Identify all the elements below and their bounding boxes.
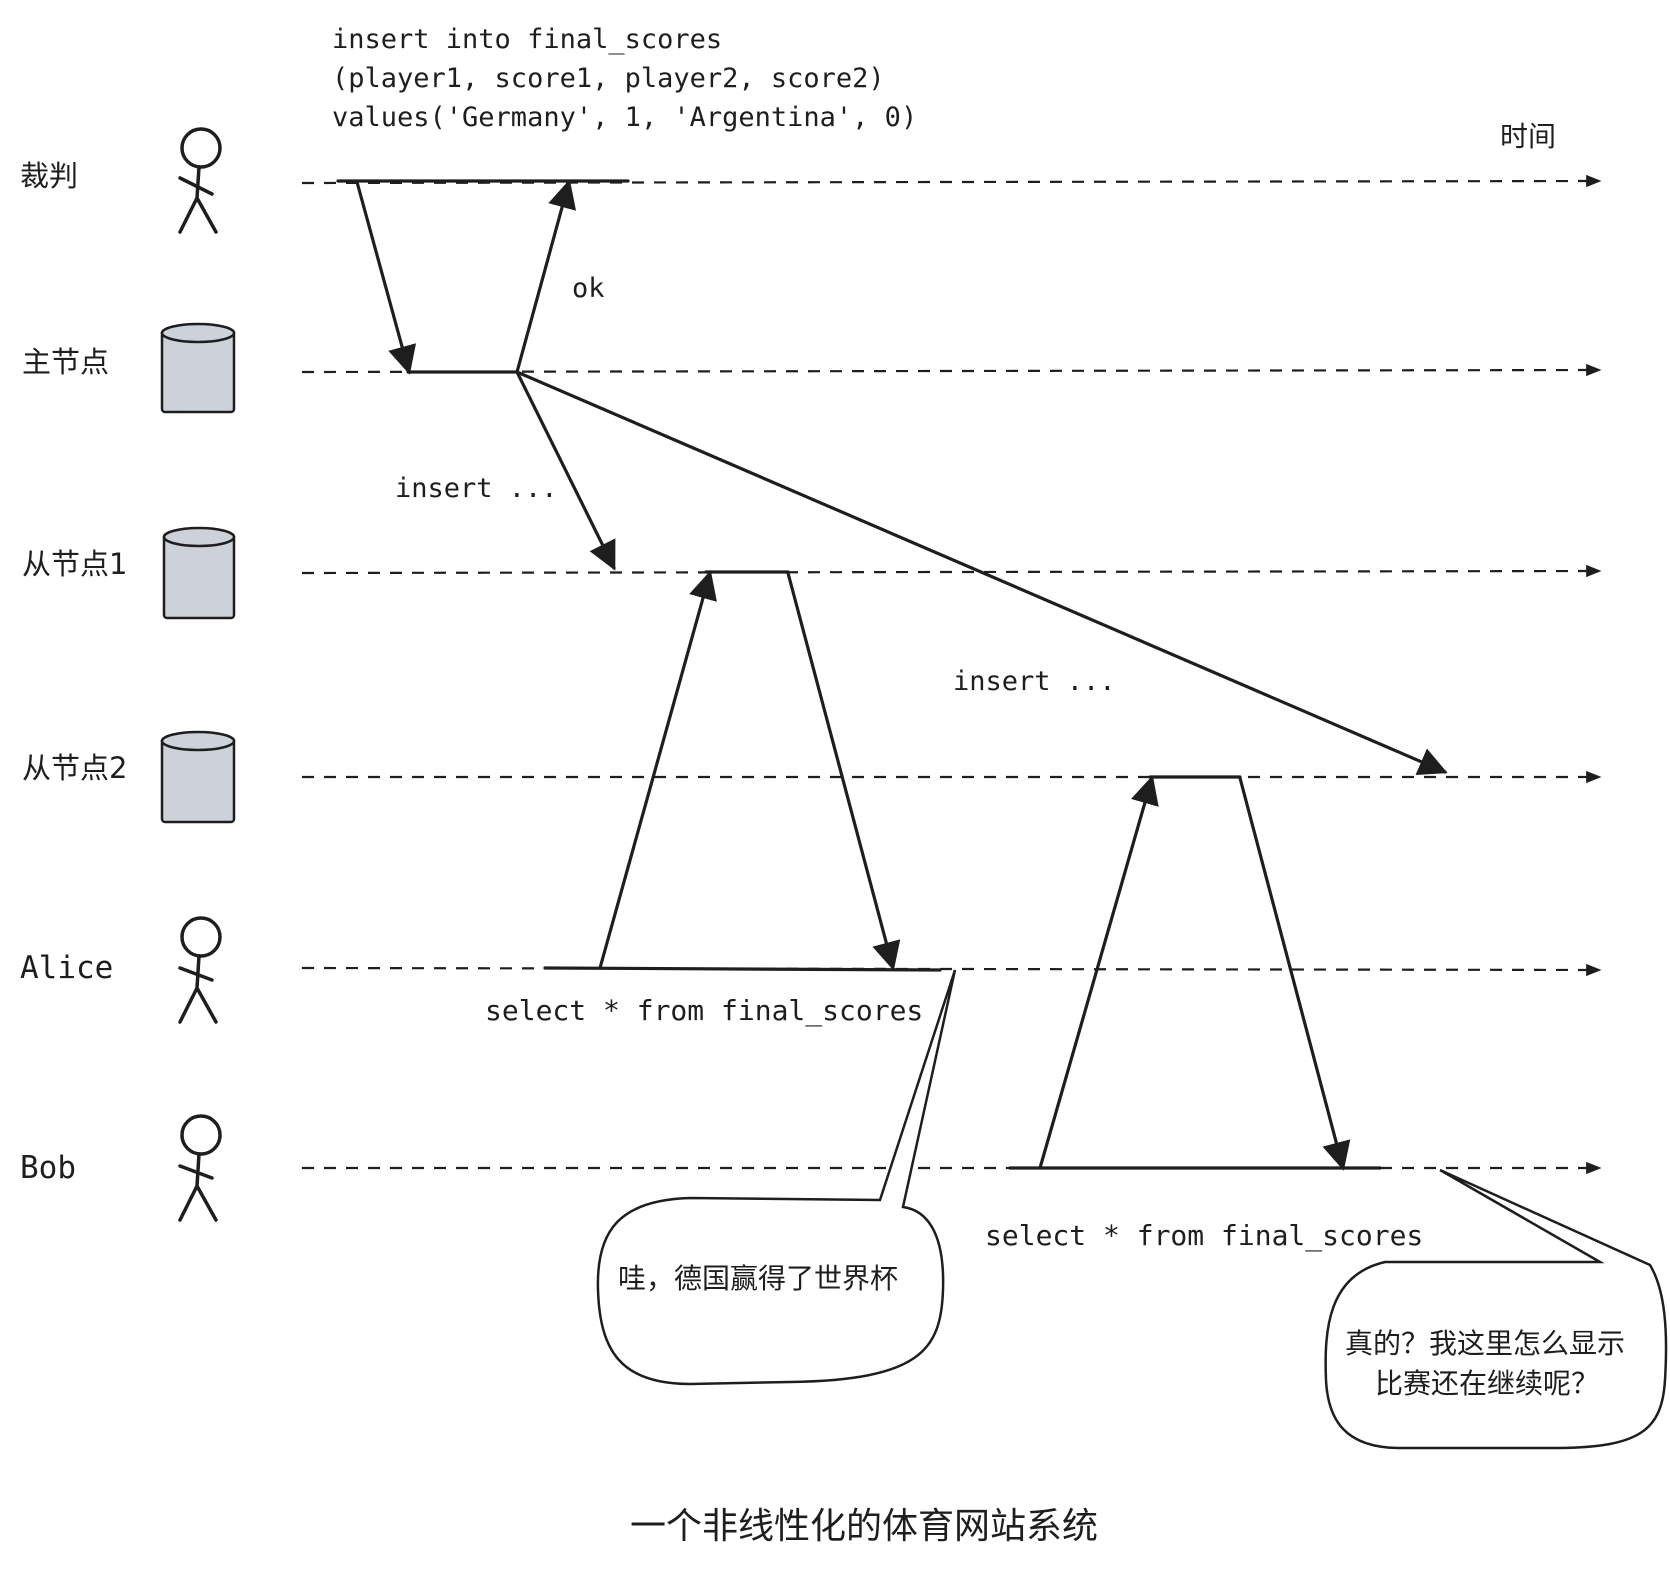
- database-icon: [160, 322, 236, 414]
- timeline-slave1: [301, 564, 1602, 578]
- arrow-alice-result: [786, 571, 901, 971]
- alice-speech-bubble: [596, 969, 957, 1386]
- arrow-bob-query: [1038, 775, 1159, 1170]
- person-icon: [178, 127, 222, 234]
- arrow-replicate-slave1: [515, 370, 616, 571]
- lane-label-slave2: 从节点2: [22, 751, 127, 785]
- message-bob-query: select * from final_scores: [985, 1219, 1423, 1253]
- time-axis-label: 时间: [1500, 120, 1556, 153]
- database-icon: [160, 730, 236, 824]
- timeline-alice: [301, 963, 1602, 977]
- lane-label-alice: Alice: [20, 950, 113, 986]
- lane-label-bob: Bob: [20, 1150, 76, 1186]
- lane-label-master: 主节点: [22, 345, 109, 379]
- lane-label-slave1: 从节点1: [22, 547, 127, 581]
- bob-speech-text-line-1: 真的？我这里怎么显示: [1345, 1327, 1625, 1360]
- person-icon: [178, 916, 222, 1024]
- bob-speech-bubble: [1324, 1168, 1668, 1450]
- sql-line-2: (player1, score1, player2, score2): [332, 63, 885, 94]
- sql-line-1: insert into final_scores: [332, 24, 722, 55]
- person-icon: [178, 1114, 222, 1222]
- alice-activity-bar: [543, 966, 942, 972]
- diagram-caption: 一个非线性化的体育网站系统: [630, 1506, 1098, 1547]
- alice-speech-text: 哇，德国赢得了世界杯: [618, 1262, 898, 1295]
- lane-label-referee: 裁判: [20, 159, 78, 193]
- arrow-alice-query: [598, 570, 717, 970]
- message-alice-query: select * from final_scores: [485, 994, 923, 1028]
- database-icon: [162, 526, 236, 620]
- sql-line-3: values('Germany', 1, 'Argentina', 0): [332, 102, 917, 133]
- arrow-write-to-master: [355, 180, 417, 375]
- message-insert-slave1: insert ...: [395, 473, 558, 504]
- arrow-bob-result: [1238, 776, 1351, 1171]
- bob-speech-text-line-2: 比赛还在继续呢？: [1375, 1367, 1599, 1400]
- message-insert-slave2: insert ...: [953, 666, 1116, 697]
- arrow-ok-to-referee: [515, 179, 577, 374]
- message-ok: ok: [572, 273, 605, 304]
- sequence-diagram: insert into final_scores (player1, score…: [20, 24, 1668, 1547]
